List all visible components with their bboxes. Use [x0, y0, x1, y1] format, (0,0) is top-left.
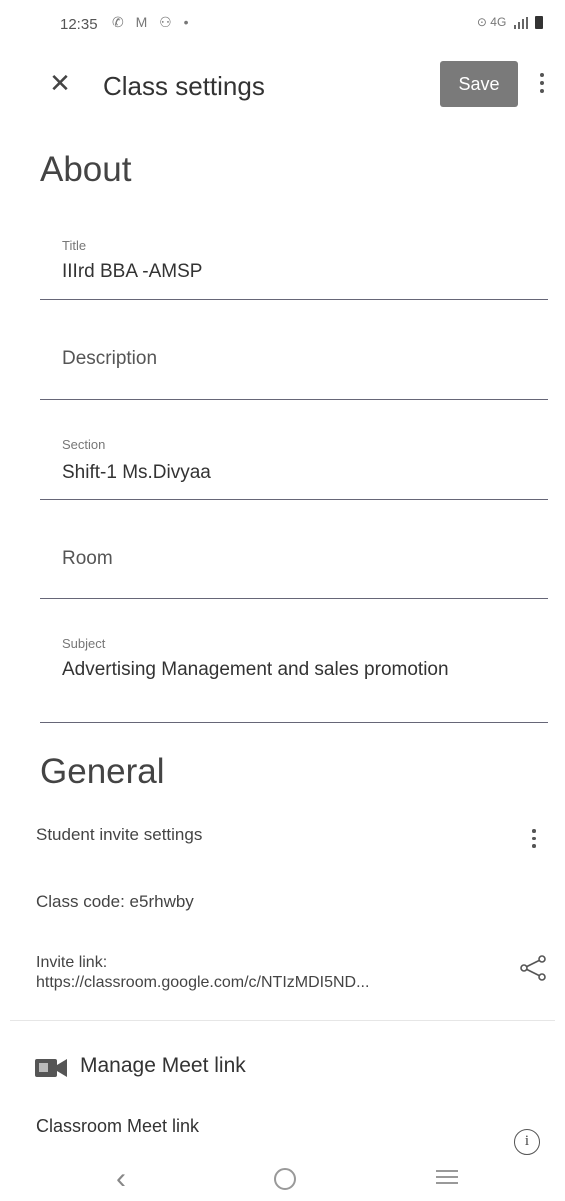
- battery-icon: [535, 16, 543, 30]
- share-icon[interactable]: [518, 953, 548, 983]
- title-field[interactable]: Title IIIrd BBA -AMSP: [40, 226, 548, 300]
- more-vert-icon[interactable]: [532, 69, 552, 99]
- recents-icon[interactable]: [436, 1170, 458, 1188]
- invite-link[interactable]: Invite link: https://classroom.google.co…: [36, 953, 369, 993]
- status-bar: 12:35 ✆ M ⚇ • ⊙ 4G: [0, 0, 565, 50]
- notification-icons: ✆ M ⚇ •: [112, 14, 193, 30]
- general-heading: General: [40, 752, 165, 791]
- network-indicator: ⊙ 4G: [476, 15, 507, 29]
- back-icon[interactable]: ‹: [116, 1162, 126, 1196]
- section-label: Section: [62, 437, 106, 452]
- section-field[interactable]: Section Shift-1 Ms.Divyaa: [40, 425, 548, 500]
- meet-icon: [34, 1057, 68, 1079]
- manage-meet-link[interactable]: Manage Meet link: [80, 1054, 246, 1078]
- class-code: Class code: e5rhwby: [36, 892, 194, 911]
- title-label: Title: [62, 238, 87, 253]
- top-app-bar: ✕ Class settings Save: [0, 55, 565, 115]
- about-heading: About: [40, 150, 132, 189]
- save-button[interactable]: Save: [440, 61, 518, 107]
- invite-link-url: https://classroom.google.com/c/NTIzMDI5N…: [36, 974, 370, 991]
- status-right: ⊙ 4G: [476, 15, 543, 30]
- close-icon[interactable]: ✕: [44, 67, 76, 99]
- signal-icon: [510, 15, 531, 29]
- home-icon[interactable]: [274, 1168, 296, 1190]
- description-field[interactable]: Description: [40, 320, 548, 400]
- more-vert-icon[interactable]: [528, 825, 540, 857]
- subject-field[interactable]: Subject Advertising Management and sales…: [40, 620, 548, 723]
- section-value: Shift-1 Ms.Divyaa: [62, 462, 211, 483]
- subject-value: Advertising Management and sales promoti…: [62, 659, 449, 680]
- divider: [10, 1020, 555, 1021]
- page-title: Class settings: [103, 71, 265, 101]
- info-icon[interactable]: i: [514, 1129, 540, 1155]
- title-value: IIIrd BBA -AMSP: [62, 261, 203, 282]
- system-nav-bar: ‹: [0, 1158, 565, 1201]
- subject-label: Subject: [62, 636, 106, 651]
- student-invite-settings[interactable]: Student invite settings: [36, 825, 202, 845]
- classroom-meet-link-label: Classroom Meet link: [36, 1116, 200, 1136]
- status-time: 12:35: [60, 16, 98, 33]
- room-placeholder: Room: [62, 548, 113, 569]
- description-placeholder: Description: [62, 348, 158, 369]
- invite-link-label: Invite link:: [36, 954, 108, 971]
- room-field[interactable]: Room: [40, 520, 548, 599]
